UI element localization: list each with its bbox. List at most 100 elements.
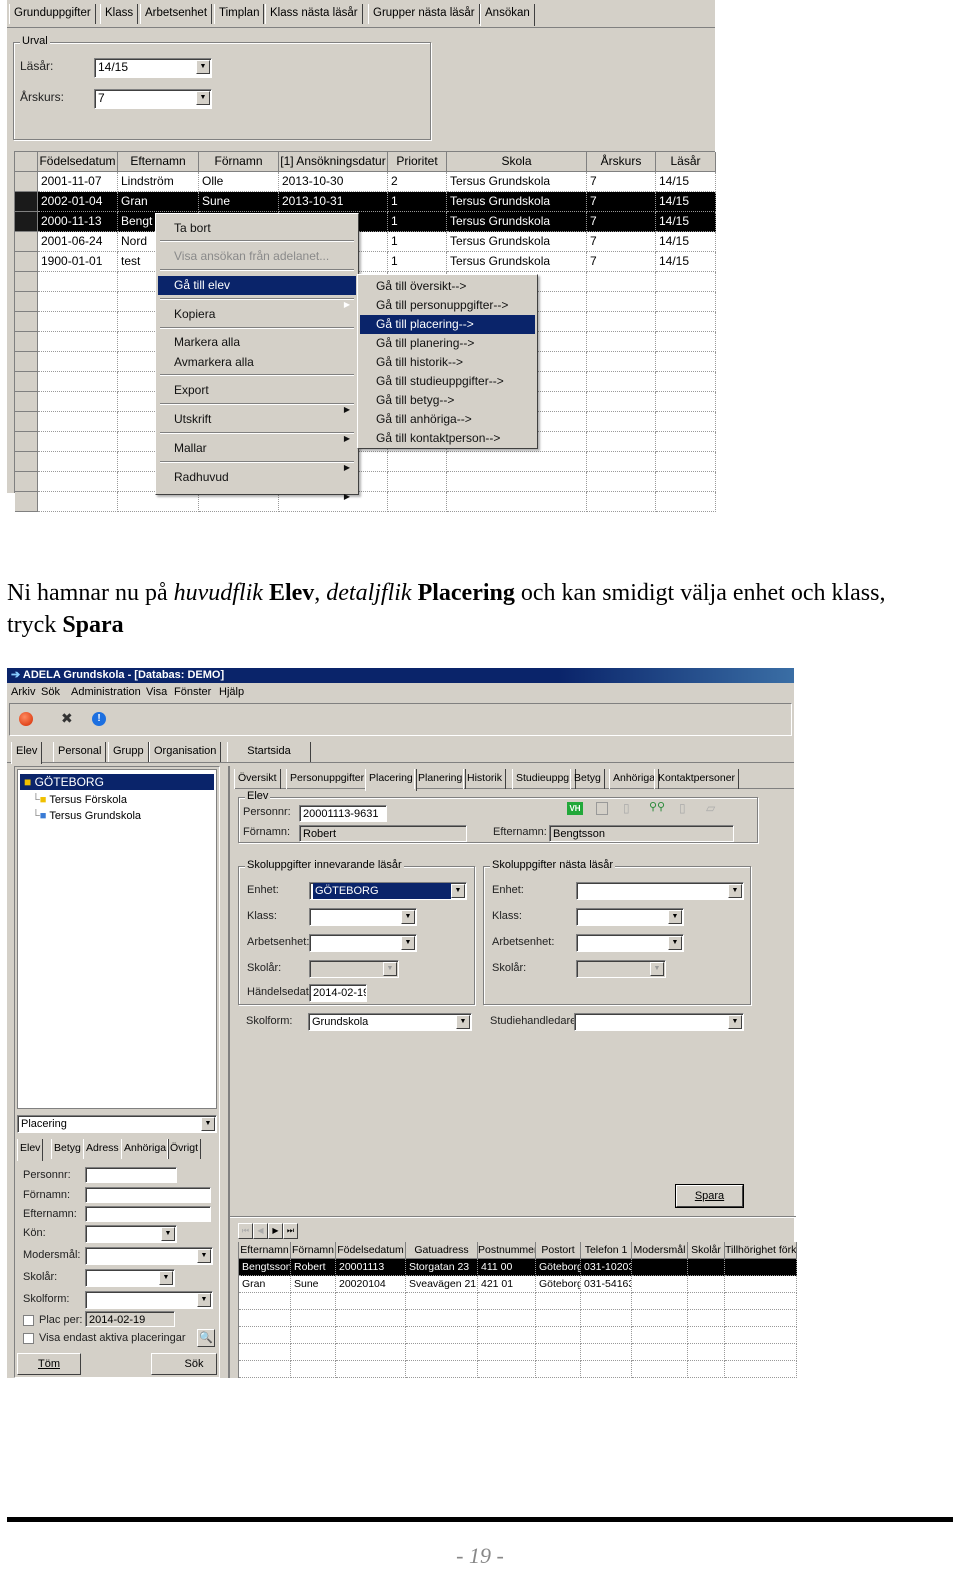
table-cell[interactable]: 7 — [587, 172, 656, 192]
personnr-field[interactable]: 20001113-9631 — [299, 805, 387, 822]
main-tab-startsida[interactable]: Startsida — [227, 742, 311, 762]
klass-select[interactable]: ▼ — [309, 908, 417, 926]
main-tab-personal[interactable]: Personal — [53, 742, 107, 762]
empty-cell[interactable] — [656, 472, 716, 492]
table-cell[interactable]: 2002-01-04 — [38, 192, 118, 212]
table-cell[interactable] — [725, 1276, 797, 1293]
empty-cell[interactable] — [587, 332, 656, 352]
table-cell[interactable] — [688, 1259, 725, 1276]
empty-cell[interactable] — [536, 1361, 581, 1378]
table-cell[interactable]: 7 — [587, 192, 656, 212]
checkbox-icon[interactable] — [596, 802, 608, 815]
table-cell[interactable]: 1 — [388, 192, 447, 212]
empty-cell[interactable] — [725, 1327, 797, 1344]
row-selector[interactable] — [15, 372, 38, 392]
empty-cell[interactable] — [725, 1293, 797, 1310]
detail-tab-planering[interactable]: Planering — [414, 769, 467, 789]
search-tab-betyg[interactable]: Betyg — [51, 1139, 84, 1159]
plac-per-checkbox[interactable] — [23, 1315, 34, 1326]
menu-item-ta-bort[interactable]: Ta bort — [158, 219, 356, 238]
empty-cell[interactable] — [688, 1293, 725, 1310]
empty-cell[interactable] — [291, 1310, 336, 1327]
empty-cell[interactable] — [388, 452, 447, 472]
empty-cell[interactable] — [656, 352, 716, 372]
empty-cell[interactable] — [725, 1361, 797, 1378]
chevron-down-icon[interactable]: ▼ — [159, 1271, 173, 1285]
table-cell[interactable]: Tersus Grundskola — [447, 212, 587, 232]
row-selector[interactable] — [15, 412, 38, 432]
enhet-select[interactable]: GÖTEBORG ▼ — [309, 882, 467, 900]
tree-root[interactable]: ■ GÖTEBORG — [20, 774, 214, 790]
empty-cell[interactable] — [447, 452, 587, 472]
row-selector[interactable] — [15, 432, 38, 452]
table-cell[interactable]: 031-102030 — [581, 1259, 632, 1276]
empty-cell[interactable] — [587, 432, 656, 452]
empty-cell[interactable] — [688, 1327, 725, 1344]
table-cell[interactable] — [725, 1259, 797, 1276]
chevron-down-icon[interactable]: ▼ — [401, 910, 415, 924]
empty-cell[interactable] — [239, 1361, 291, 1378]
row-selector[interactable] — [15, 292, 38, 312]
submenu-item[interactable]: Gå till översikt--> — [360, 277, 535, 296]
empty-cell[interactable] — [632, 1293, 688, 1310]
empty-cell[interactable] — [38, 312, 118, 332]
empty-cell[interactable] — [656, 392, 716, 412]
empty-cell[interactable] — [688, 1344, 725, 1361]
row-selector[interactable] — [15, 212, 38, 232]
column-header[interactable]: Modersmål — [632, 1242, 688, 1259]
student-list-grid[interactable]: Efternamn Förnamn Födelsedatum Gatuadress Po… — [238, 1242, 797, 1378]
table-cell[interactable]: 421 01 — [478, 1276, 536, 1293]
main-tab-elev[interactable]: Elev — [11, 742, 43, 764]
info-icon[interactable]: ! — [92, 712, 106, 726]
table-cell[interactable]: Gran — [118, 192, 199, 212]
menu-item-avmarkera-alla[interactable]: Avmarkera alla — [158, 353, 356, 372]
menu-item-mallar[interactable]: Mallar ▶ — [158, 439, 356, 472]
table-cell[interactable]: 2001-11-07 — [38, 172, 118, 192]
table-cell[interactable]: Tersus Grundskola — [447, 252, 587, 272]
chevron-down-icon[interactable]: ▼ — [668, 910, 682, 924]
detail-tab-placering[interactable]: Placering — [365, 769, 417, 791]
empty-cell[interactable] — [38, 492, 118, 512]
chevron-down-icon[interactable]: ▼ — [728, 884, 742, 898]
empty-cell[interactable] — [587, 372, 656, 392]
empty-cell[interactable] — [291, 1361, 336, 1378]
empty-cell[interactable] — [632, 1327, 688, 1344]
empty-cell[interactable] — [38, 372, 118, 392]
table-cell[interactable]: 14/15 — [656, 192, 716, 212]
empty-cell[interactable] — [587, 472, 656, 492]
column-header[interactable]: Prioritet — [388, 152, 447, 172]
prev-record-icon[interactable]: ◀ — [253, 1223, 268, 1239]
empty-cell[interactable] — [688, 1310, 725, 1327]
column-header[interactable]: Efternamn — [239, 1242, 291, 1259]
users-icon[interactable]: ⚲⚲ — [649, 800, 665, 813]
table-cell[interactable] — [632, 1259, 688, 1276]
kon-select[interactable]: ▼ — [85, 1225, 177, 1243]
empty-cell[interactable] — [336, 1293, 406, 1310]
submenu-item[interactable]: Gå till planering--> — [360, 334, 535, 353]
table-cell[interactable]: 20001113 — [336, 1259, 406, 1276]
row-selector[interactable] — [15, 252, 38, 272]
table-cell[interactable]: 2013-10-30 — [279, 172, 388, 192]
menu-visa[interactable]: Visa — [146, 686, 167, 698]
menu-administration[interactable]: Administration — [71, 686, 141, 698]
table-cell[interactable]: Lindström — [118, 172, 199, 192]
column-header[interactable]: Skolår — [688, 1242, 725, 1259]
column-header[interactable]: Födelsedatum — [38, 152, 118, 172]
chevron-down-icon[interactable]: ▼ — [196, 60, 210, 74]
empty-cell[interactable] — [38, 332, 118, 352]
next-record-icon[interactable]: ▶ — [268, 1223, 283, 1239]
empty-cell[interactable] — [406, 1361, 478, 1378]
detail-tab-studieuppg-[interactable]: Studieuppg. — [512, 769, 577, 789]
empty-cell[interactable] — [656, 432, 716, 452]
table-cell[interactable] — [688, 1276, 725, 1293]
search-tab-adress[interactable]: Adress — [83, 1139, 122, 1159]
table-cell[interactable]: 14/15 — [656, 172, 716, 192]
empty-cell[interactable] — [725, 1310, 797, 1327]
menu-arkiv[interactable]: Arkiv — [11, 686, 35, 698]
empty-cell[interactable] — [38, 432, 118, 452]
column-header[interactable]: Förnamn — [199, 152, 279, 172]
empty-cell[interactable] — [632, 1361, 688, 1378]
chevron-down-icon[interactable]: ▼ — [197, 1293, 211, 1307]
tab-timplan[interactable]: Timplan — [214, 4, 265, 24]
chevron-down-icon[interactable]: ▼ — [451, 884, 465, 898]
